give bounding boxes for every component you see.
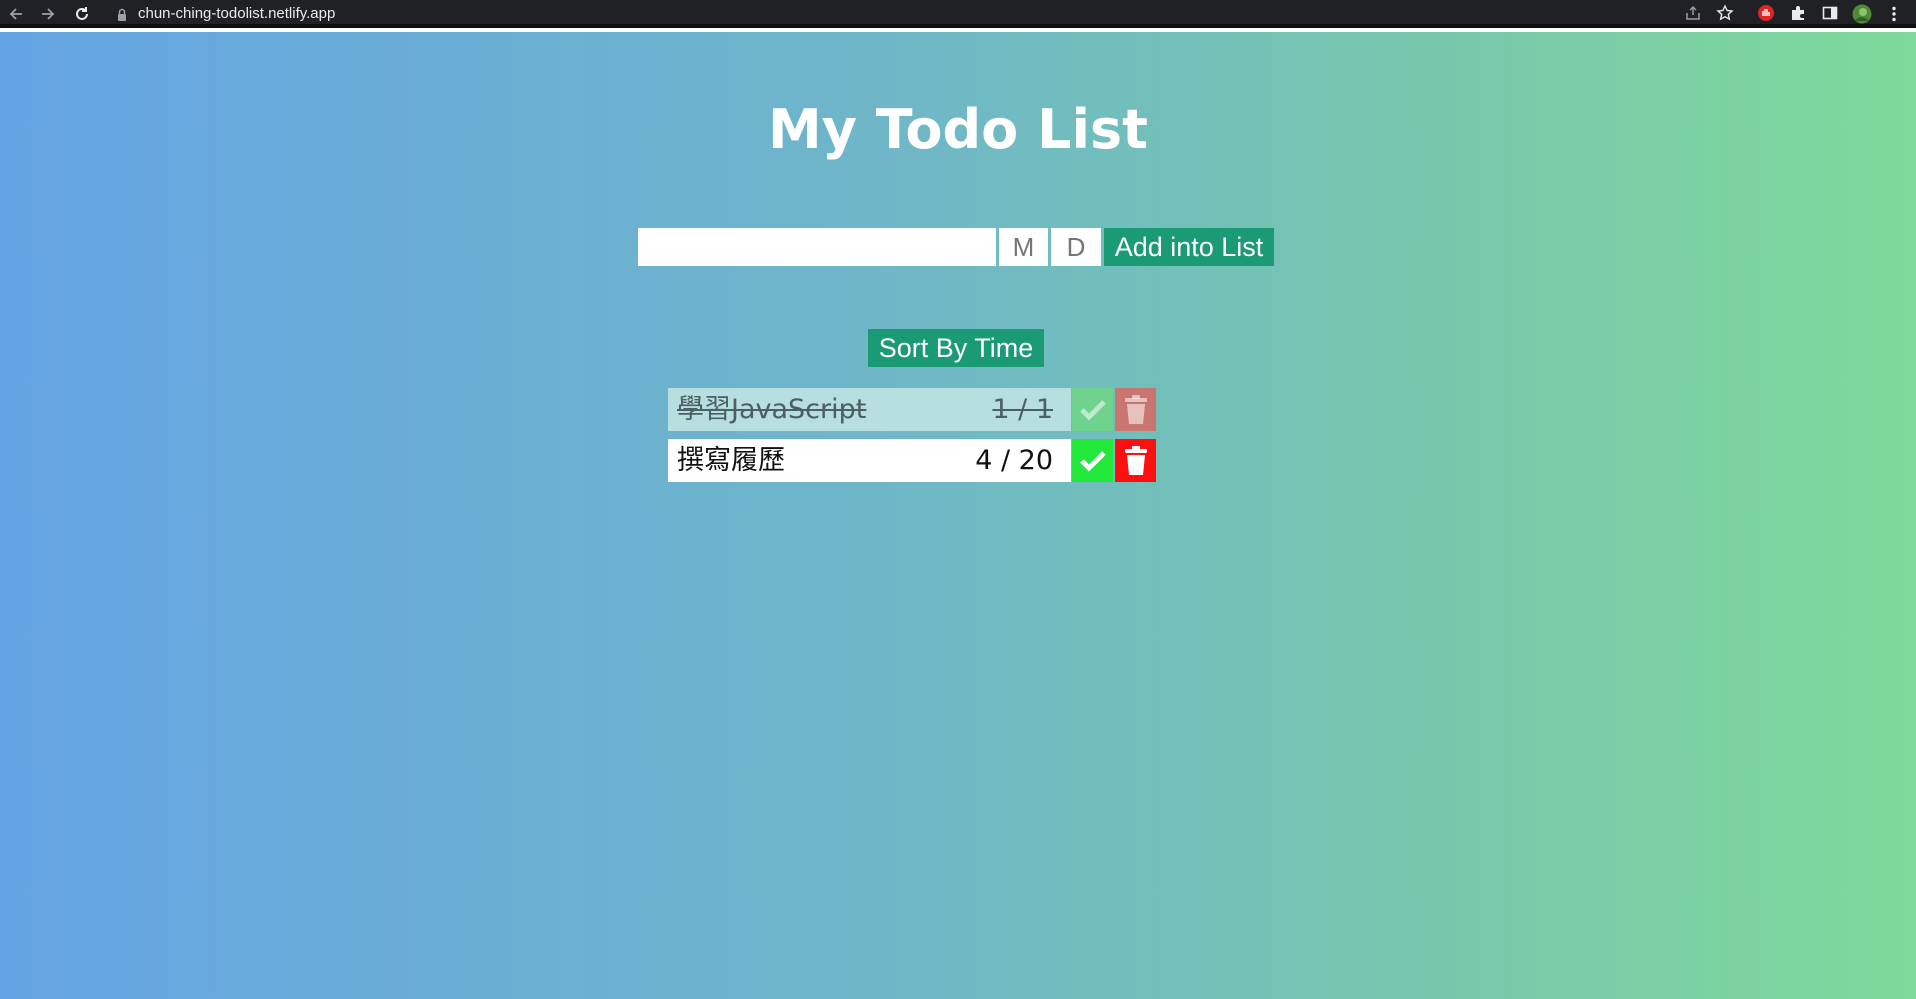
profile-avatar[interactable] <box>1852 4 1872 24</box>
todo-item-date: 1 / 1 <box>992 394 1053 425</box>
back-arrow-icon[interactable] <box>6 4 26 24</box>
add-into-list-button[interactable]: Add into List <box>1104 228 1274 266</box>
trash-icon <box>1124 394 1147 424</box>
todo-item-body: 撰寫履歷 4 / 20 <box>668 439 1071 482</box>
sort-by-time-button[interactable]: Sort By Time <box>868 329 1044 367</box>
complete-button[interactable] <box>1072 388 1113 431</box>
sidepanel-icon[interactable] <box>1820 4 1840 24</box>
browser-toolbar: chun-ching-todolist.netlify.app <box>0 0 1916 28</box>
todo-item: 學習JavaScript 1 / 1 <box>668 388 1156 431</box>
todo-item-text: 撰寫履歷 <box>677 445 785 476</box>
day-input[interactable] <box>1051 228 1101 266</box>
todo-item: 撰寫履歷 4 / 20 <box>668 439 1156 482</box>
page-background: My Todo List Add into List Sort By Time … <box>0 32 1916 999</box>
todo-text-input[interactable] <box>638 228 996 266</box>
address-bar-url[interactable]: chun-ching-todolist.netlify.app <box>138 4 335 24</box>
delete-button[interactable] <box>1115 388 1156 431</box>
complete-button[interactable] <box>1072 439 1113 482</box>
todo-item-body: 學習JavaScript 1 / 1 <box>668 388 1071 431</box>
share-icon[interactable] <box>1683 4 1703 24</box>
star-icon[interactable] <box>1715 4 1735 24</box>
todo-item-text: 學習JavaScript <box>677 394 867 425</box>
extension-hand-icon[interactable] <box>1756 4 1776 24</box>
delete-button[interactable] <box>1115 439 1156 482</box>
forward-arrow-icon[interactable] <box>38 4 58 24</box>
check-icon <box>1079 399 1106 421</box>
todo-item-date: 4 / 20 <box>975 445 1053 476</box>
puzzle-icon[interactable] <box>1788 4 1808 24</box>
kebab-menu-icon[interactable] <box>1884 4 1904 24</box>
lock-icon[interactable] <box>117 7 127 21</box>
check-icon <box>1079 450 1106 472</box>
reload-icon[interactable] <box>72 4 92 24</box>
month-input[interactable] <box>999 228 1048 266</box>
trash-icon <box>1124 445 1147 475</box>
page-title: My Todo List <box>768 98 1148 161</box>
